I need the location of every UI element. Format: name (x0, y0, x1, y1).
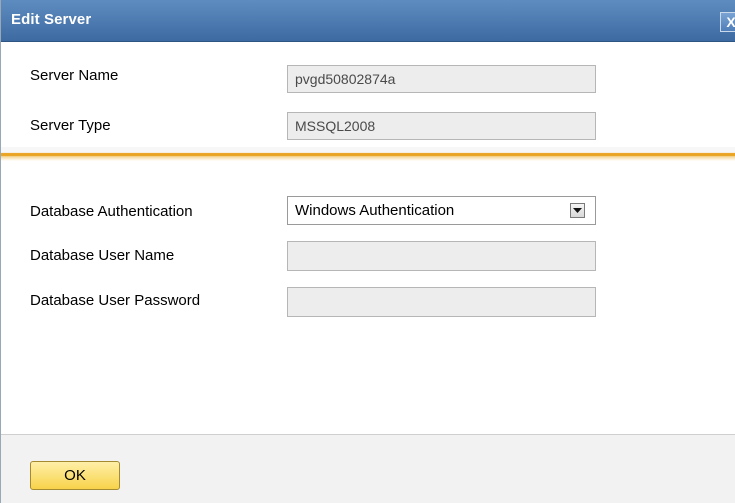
chevron-down-icon[interactable] (570, 203, 585, 218)
server-type-label: Server Type (30, 117, 111, 134)
database-authentication-select[interactable]: Windows Authentication (287, 196, 596, 225)
server-type-field: MSSQL2008 (287, 112, 596, 140)
close-button[interactable]: X (720, 12, 735, 32)
database-user-name-field[interactable] (287, 241, 596, 271)
database-authentication-label: Database Authentication (30, 203, 193, 220)
edit-server-dialog: Edit Server X Server Name pvgd50802874a … (0, 0, 735, 503)
database-user-password-field[interactable] (287, 287, 596, 317)
dialog-title: Edit Server (11, 11, 92, 28)
database-user-name-label: Database User Name (30, 247, 175, 264)
ok-button[interactable]: OK (30, 461, 120, 490)
section-separator (1, 147, 735, 161)
server-name-field: pvgd50802874a (287, 65, 596, 93)
database-authentication-value: Windows Authentication (295, 202, 455, 219)
dialog-titlebar[interactable]: Edit Server X (1, 0, 735, 42)
server-name-label: Server Name (30, 67, 119, 84)
close-icon: X (726, 14, 735, 30)
database-user-password-label: Database User Password (30, 292, 201, 309)
